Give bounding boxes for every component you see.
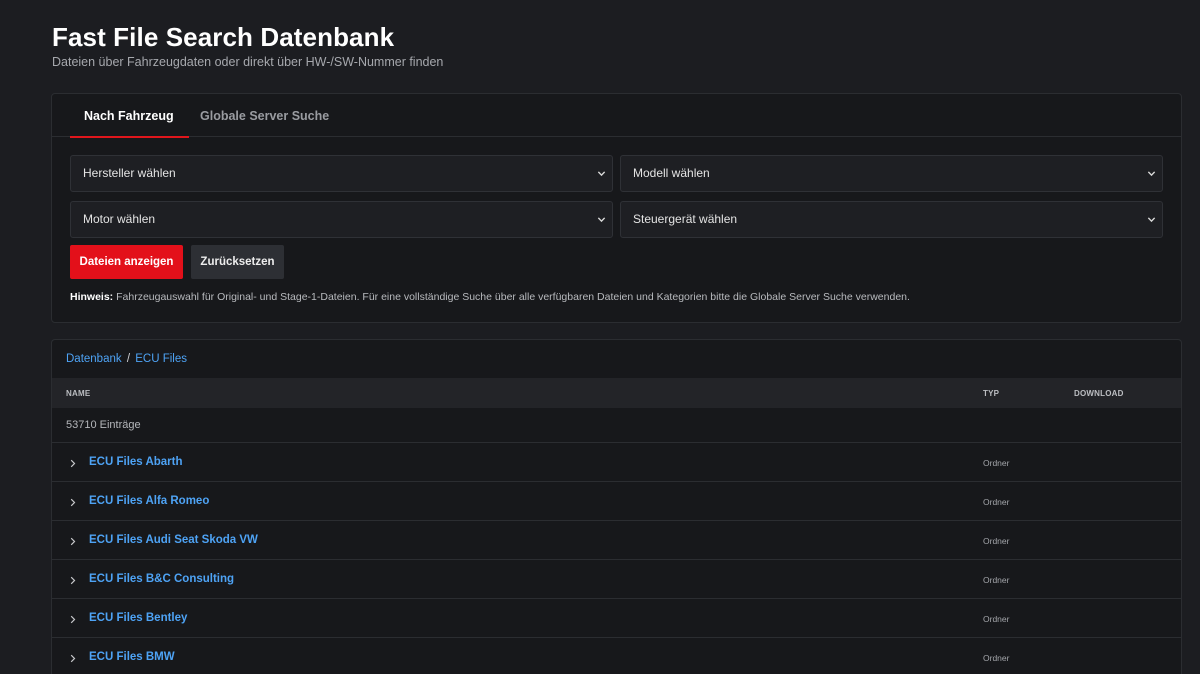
entry-count-row: 53710 Einträge: [52, 408, 1181, 443]
chevron-down-icon: [597, 217, 606, 223]
folder-link[interactable]: ECU Files BMW: [89, 651, 175, 663]
entry-count: 53710 Einträge: [66, 419, 141, 431]
folder-link[interactable]: ECU Files Bentley: [89, 612, 187, 624]
search-card: Nach Fahrzeug Globale Server Suche Herst…: [51, 93, 1182, 323]
table-row[interactable]: ECU Files BMW Ordner: [52, 638, 1181, 674]
hint-text: Hinweis: Fahrzeugauswahl für Original- u…: [70, 291, 910, 303]
row-type: Ordner: [983, 536, 1010, 546]
row-type: Ordner: [983, 575, 1010, 585]
chevron-down-icon: [1147, 171, 1156, 177]
engine-select[interactable]: Motor wählen: [70, 201, 613, 238]
table-row[interactable]: ECU Files Audi Seat Skoda VW Ordner: [52, 521, 1181, 560]
row-type: Ordner: [983, 497, 1010, 507]
column-header-name: NAME: [66, 389, 91, 398]
table-header: NAME TYP DOWNLOAD: [52, 378, 1181, 408]
reset-button[interactable]: Zurücksetzen: [191, 245, 284, 279]
folder-link[interactable]: ECU Files Alfa Romeo: [89, 495, 209, 507]
page-title: Fast File Search Datenbank: [52, 22, 395, 52]
table-body: ECU Files Abarth Ordner ECU Files Alfa R…: [52, 443, 1181, 674]
ecu-select[interactable]: Steuergerät wählen: [620, 201, 1163, 238]
tab-nach-fahrzeug[interactable]: Nach Fahrzeug: [70, 94, 189, 138]
column-header-type: TYP: [983, 389, 1000, 398]
page: Fast File Search Datenbank Dateien über …: [0, 0, 1200, 674]
breadcrumb: Datenbank / ECU Files: [66, 353, 187, 365]
tab-bar: Nach Fahrzeug Globale Server Suche: [52, 94, 1181, 138]
manufacturer-select-value: Hersteller wählen: [83, 166, 176, 180]
chevron-right-icon[interactable]: [70, 459, 76, 468]
model-select[interactable]: Modell wählen: [620, 155, 1163, 192]
folder-link[interactable]: ECU Files Abarth: [89, 456, 183, 468]
chevron-right-icon[interactable]: [70, 537, 76, 546]
row-type: Ordner: [983, 614, 1010, 624]
row-type: Ordner: [983, 653, 1010, 663]
table-row[interactable]: ECU Files Abarth Ordner: [52, 443, 1181, 482]
model-select-value: Modell wählen: [633, 166, 710, 180]
engine-select-value: Motor wählen: [83, 212, 156, 226]
breadcrumb-link-ecu-files[interactable]: ECU Files: [135, 353, 187, 365]
column-header-download: DOWNLOAD: [1074, 389, 1124, 398]
ecu-select-value: Steuergerät wählen: [633, 212, 738, 226]
table-row[interactable]: ECU Files Bentley Ordner: [52, 599, 1181, 638]
files-card: Datenbank / ECU Files NAME TYP DOWNLOAD …: [51, 339, 1182, 674]
chevron-down-icon: [1147, 217, 1156, 223]
page-header: Fast File Search Datenbank Dateien über …: [52, 20, 443, 69]
chevron-right-icon[interactable]: [70, 576, 76, 585]
chevron-right-icon[interactable]: [70, 615, 76, 624]
hint-label: Hinweis:: [70, 291, 114, 303]
manufacturer-select[interactable]: Hersteller wählen: [70, 155, 613, 192]
table-row[interactable]: ECU Files Alfa Romeo Ordner: [52, 482, 1181, 521]
page-subtitle: Dateien über Fahrzeugdaten oder direkt ü…: [52, 55, 444, 69]
row-type: Ordner: [983, 458, 1010, 468]
chevron-right-icon[interactable]: [70, 498, 76, 507]
show-files-button[interactable]: Dateien anzeigen: [70, 245, 183, 279]
folder-link[interactable]: ECU Files Audi Seat Skoda VW: [89, 534, 258, 546]
table-row[interactable]: ECU Files B&C Consulting Ordner: [52, 560, 1181, 599]
chevron-down-icon: [597, 171, 606, 177]
hint-body: Fahrzeugauswahl für Original- und Stage-…: [113, 291, 910, 303]
tab-globale-server-suche[interactable]: Globale Server Suche: [200, 94, 329, 137]
breadcrumb-separator: /: [126, 353, 131, 365]
folder-link[interactable]: ECU Files B&C Consulting: [89, 573, 234, 585]
breadcrumb-link-datenbank[interactable]: Datenbank: [66, 353, 122, 365]
chevron-right-icon[interactable]: [70, 654, 76, 663]
